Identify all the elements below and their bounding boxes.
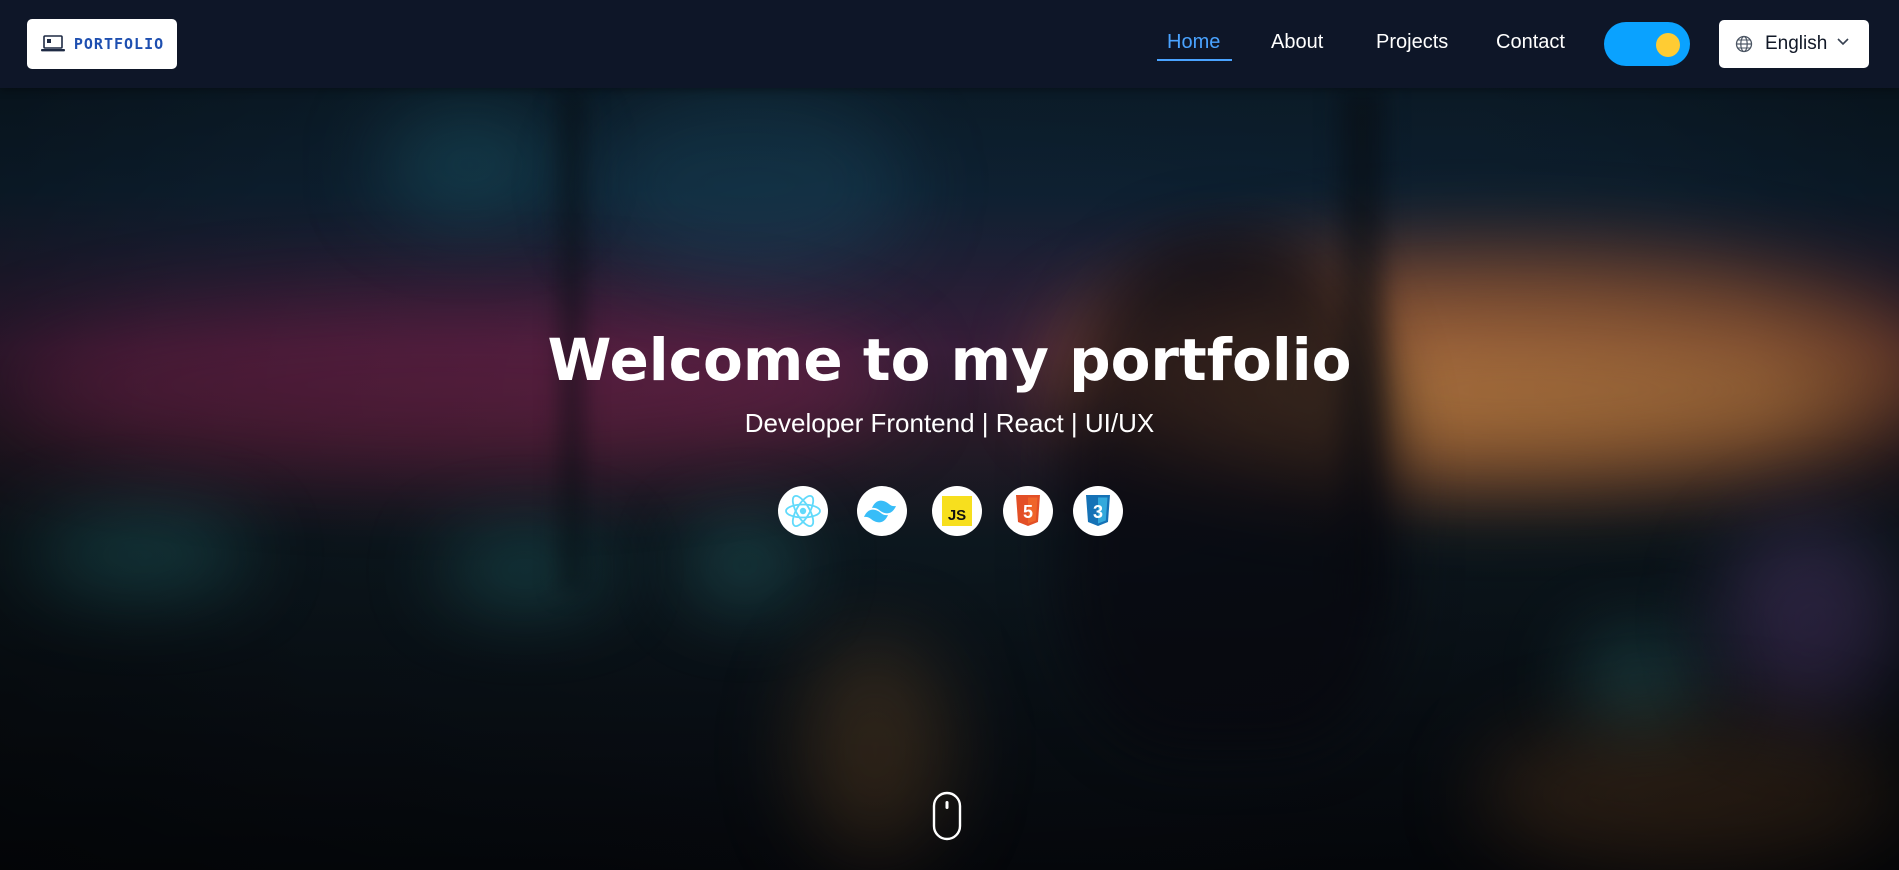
hero-title: Welcome to my portfolio: [547, 326, 1352, 394]
javascript-icon: JS: [932, 486, 982, 536]
css3-icon: 3: [1073, 486, 1123, 536]
language-select[interactable]: English: [1719, 20, 1869, 68]
mouse-scroll-icon[interactable]: [932, 791, 962, 841]
hero-subtitle: Developer Frontend | React | UI/UX: [744, 408, 1155, 438]
language-label: English: [1765, 33, 1828, 54]
javascript-icon-label: JS: [948, 507, 966, 524]
tailwind-icon: [857, 486, 907, 536]
laptop-icon: [40, 35, 65, 52]
nav-link-contact[interactable]: Contact: [1496, 31, 1565, 54]
html5-icon: 5: [1003, 486, 1053, 536]
sun-icon: [1656, 33, 1680, 57]
navbar: PORTFOLIO Home About Projects Contact En…: [0, 0, 1899, 88]
chevron-down-icon: [1837, 38, 1849, 46]
theme-toggle[interactable]: [1604, 22, 1690, 66]
nav-active-underline: [1157, 59, 1232, 61]
nav-link-projects[interactable]: Projects: [1376, 31, 1448, 54]
react-icon: [778, 486, 828, 536]
logo-text: PORTFOLIO: [73, 35, 165, 53]
logo[interactable]: PORTFOLIO: [27, 19, 177, 69]
css3-icon-label: 3: [1093, 502, 1103, 522]
globe-icon: [1735, 35, 1753, 53]
nav-link-about[interactable]: About: [1271, 31, 1323, 54]
html5-icon-label: 5: [1023, 502, 1033, 522]
nav-link-home[interactable]: Home: [1167, 31, 1220, 54]
